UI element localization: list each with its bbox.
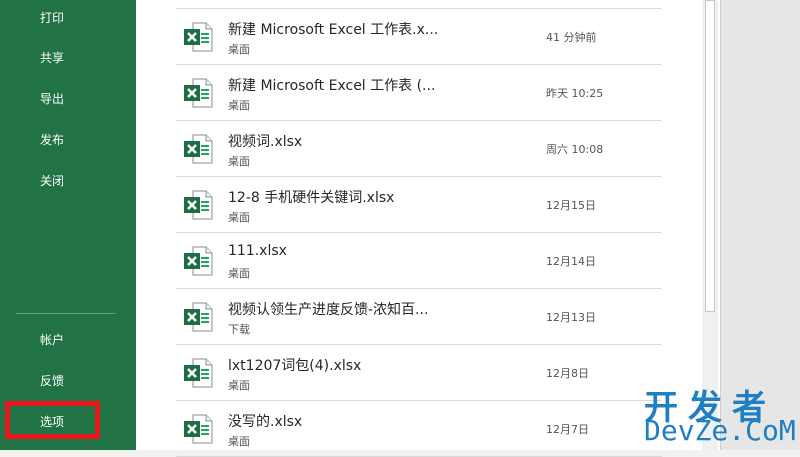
excel-file-icon [184,302,213,332]
file-location: 桌面 [228,155,250,168]
backstage-nav: 打印 共享 导出 发布 关闭 帐户 反馈 选项 [0,0,136,450]
excel-file-icon [184,190,213,220]
nav-publish[interactable]: 发布 [0,120,136,160]
file-name: 111.xlsx [228,243,287,259]
recent-files-pane: 新建 Microsoft Excel 工作表.x... 桌面 41 分钟前 新建… [136,0,720,457]
list-item[interactable]: 12-8 手机硬件关键词.xlsx 桌面 12月15日 [176,177,662,233]
file-date: 12月15日 [546,199,596,212]
watermark-en: DevZe.CoM [644,414,796,447]
nav-print[interactable]: 打印 [0,0,136,38]
file-date: 12月14日 [546,255,596,268]
excel-file-icon [184,246,213,276]
list-item[interactable]: 视频词.xlsx 桌面 周六 10:08 [176,121,662,177]
file-name: 视频词.xlsx [228,134,303,150]
recent-files-list: 新建 Microsoft Excel 工作表.x... 桌面 41 分钟前 新建… [176,0,662,457]
list-item[interactable]: 没写的.xlsx 桌面 12月7日 [176,401,662,457]
nav-feedback[interactable]: 反馈 [0,361,136,401]
file-date: 12月8日 [546,367,589,380]
excel-file-icon [184,22,213,52]
file-name: 视频认领生产进度反馈-浓知百... [228,302,429,318]
file-location: 桌面 [228,43,250,56]
file-name: 新建 Microsoft Excel 工作表.x... [228,22,439,38]
scrollbar-thumb[interactable] [705,0,715,312]
excel-file-icon [184,134,213,164]
watermark: 开发者 DevZe.CoM [640,380,800,450]
file-location: 桌面 [228,379,250,392]
nav-account[interactable]: 帐户 [0,320,136,360]
file-date: 12月7日 [546,423,589,436]
list-item[interactable]: 111.xlsx 桌面 12月14日 [176,233,662,289]
file-location: 桌面 [228,435,250,448]
list-item[interactable]: 新建 Microsoft Excel 工作表 (... 桌面 昨天 10:25 [176,65,662,121]
list-item[interactable] [176,0,662,9]
file-name: 新建 Microsoft Excel 工作表 (... [228,78,436,94]
options-highlight-box [5,401,100,439]
file-date: 周六 10:08 [546,143,604,156]
excel-file-icon [184,358,213,388]
list-item[interactable]: 新建 Microsoft Excel 工作表.x... 桌面 41 分钟前 [176,9,662,65]
file-location: 桌面 [228,99,250,112]
file-location: 桌面 [228,267,250,280]
file-name: lxt1207词包(4).xlsx [228,358,362,374]
nav-share[interactable]: 共享 [0,38,136,78]
file-location: 下载 [228,323,250,336]
file-date: 昨天 10:25 [546,87,604,100]
file-location: 桌面 [228,211,250,224]
file-date: 12月13日 [546,311,596,324]
nav-divider [16,313,116,314]
list-item[interactable]: 视频认领生产进度反馈-浓知百... 下载 12月13日 [176,289,662,345]
file-date: 41 分钟前 [546,31,597,44]
excel-file-icon [184,414,213,444]
list-item[interactable]: lxt1207词包(4).xlsx 桌面 12月8日 [176,345,662,401]
file-name: 12-8 手机硬件关键词.xlsx [228,190,395,206]
file-name: 没写的.xlsx [228,414,303,430]
excel-file-icon [184,78,213,108]
nav-close[interactable]: 关闭 [0,161,136,201]
nav-export[interactable]: 导出 [0,79,136,119]
